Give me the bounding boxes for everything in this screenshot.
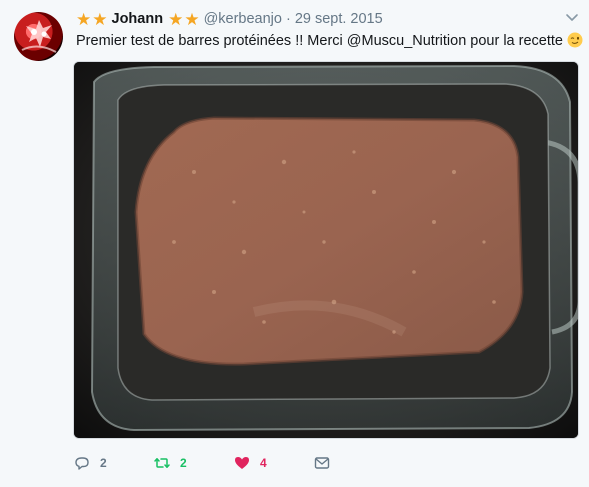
retweet-icon	[154, 458, 170, 468]
avatar-image	[21, 20, 57, 53]
star-icon: ★	[184, 9, 200, 29]
retweet-count: 2	[180, 456, 187, 470]
avatar[interactable]	[14, 12, 63, 61]
author-handle[interactable]: @kerbeanjo	[204, 11, 282, 27]
tweet[interactable]: ★ ★ Johann ★ ★ @kerbeanjo · 29 sept. 201…	[0, 0, 589, 487]
tweet-body: Premier test de barres protéinées !! Mer…	[76, 33, 563, 49]
separator-dot: ·	[285, 11, 291, 27]
star-icon: ★	[92, 9, 108, 29]
tweet-text: Premier test de barres protéinées !! Mer…	[76, 31, 583, 51]
reply-button[interactable]: 2	[74, 452, 154, 474]
envelope-icon	[314, 457, 330, 469]
star-icon: ★	[168, 9, 184, 29]
tweet-header: ★ ★ Johann ★ ★ @kerbeanjo · 29 sept. 201…	[76, 9, 589, 29]
photo-image	[74, 62, 578, 438]
like-button[interactable]: 4	[234, 452, 314, 474]
tweet-date[interactable]: 29 sept. 2015	[295, 11, 383, 27]
retweet-button[interactable]: 2	[154, 452, 234, 474]
tweet-actions: 2 2 4	[74, 452, 589, 474]
tweet-photo[interactable]	[73, 61, 579, 439]
reply-count: 2	[100, 456, 107, 470]
winking-face-icon	[567, 32, 583, 48]
star-icon: ★	[76, 9, 92, 29]
star-icons-right: ★ ★	[168, 11, 200, 28]
star-icons-left: ★ ★	[76, 11, 108, 28]
author-name[interactable]: Johann	[112, 11, 164, 27]
reply-icon	[75, 457, 89, 470]
heart-icon	[235, 457, 249, 469]
like-count: 4	[260, 456, 267, 470]
direct-message-button[interactable]	[314, 452, 340, 474]
chevron-down-icon[interactable]	[565, 10, 579, 24]
